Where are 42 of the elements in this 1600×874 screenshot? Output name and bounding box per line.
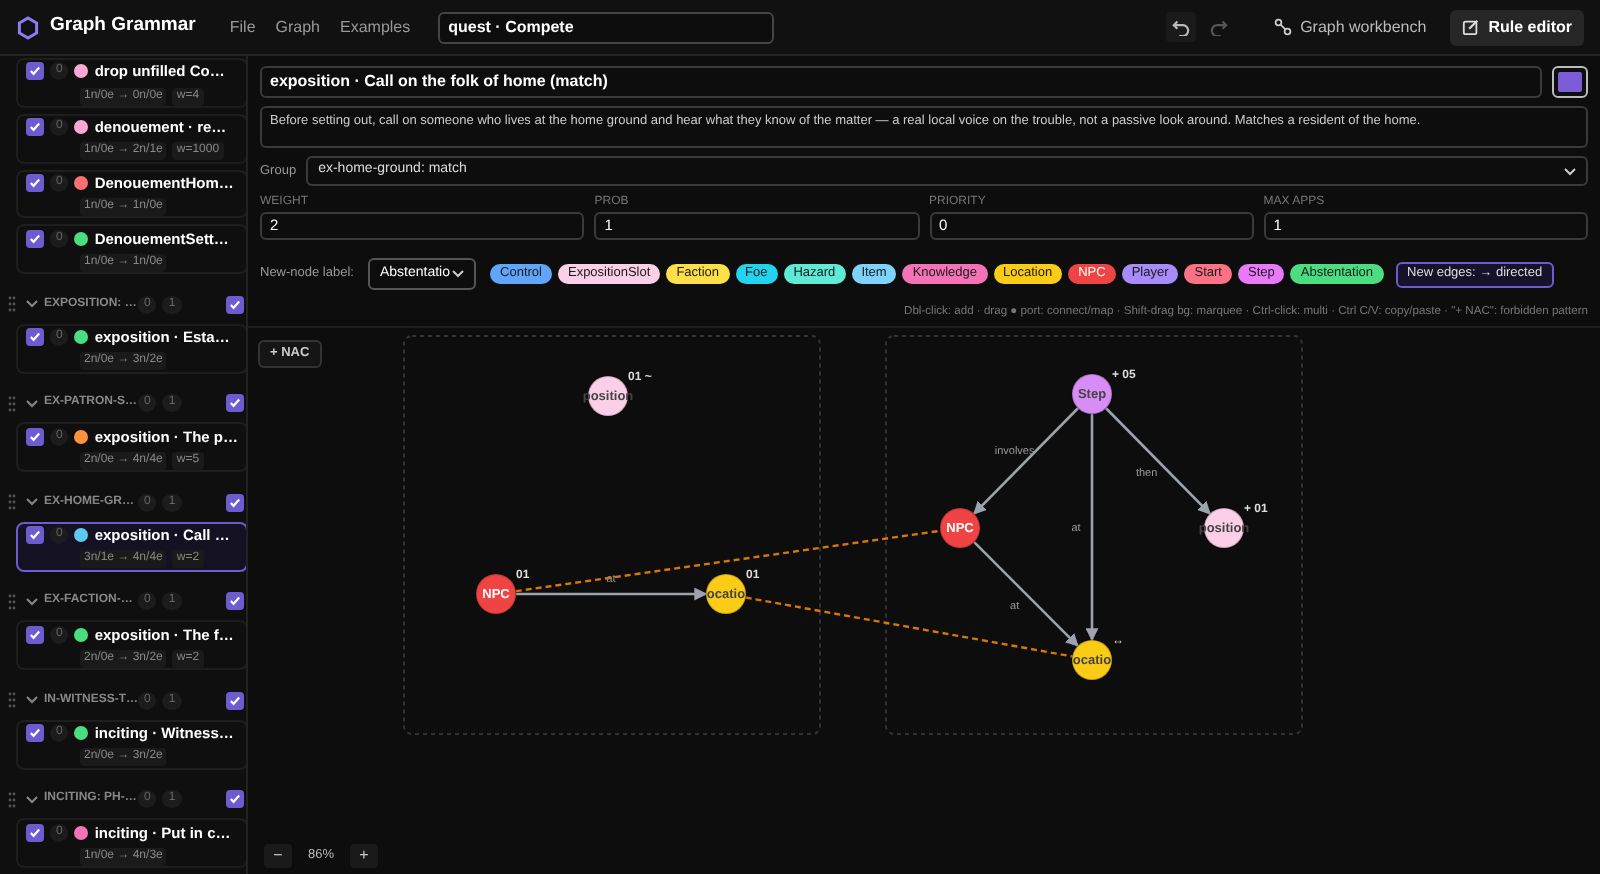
checkbox[interactable]: [26, 724, 44, 743]
zoom-in-button[interactable]: +: [350, 844, 379, 868]
checkbox[interactable]: [226, 394, 245, 413]
checkbox[interactable]: [226, 295, 245, 314]
chevron-down-icon[interactable]: [26, 399, 38, 408]
checkbox[interactable]: [26, 118, 44, 137]
checkbox[interactable]: [226, 592, 245, 611]
chevron-down-icon: [1564, 167, 1576, 175]
checkbox[interactable]: [26, 62, 44, 81]
checkbox[interactable]: [226, 691, 245, 710]
checkbox[interactable]: [26, 823, 44, 842]
checkbox[interactable]: [26, 427, 44, 446]
chevron-down-icon[interactable]: [26, 597, 38, 606]
checkbox[interactable]: [26, 526, 44, 545]
checkbox[interactable]: [26, 173, 44, 192]
chevron-down-icon[interactable]: [26, 300, 38, 309]
edge-arrow: [973, 406, 1079, 515]
chevron-down-icon[interactable]: [26, 696, 38, 705]
checkbox[interactable]: [26, 229, 44, 248]
link-icon: [1274, 18, 1293, 36]
color-swatch[interactable]: [1552, 66, 1588, 98]
chevron-down-icon[interactable]: [26, 795, 38, 804]
menu-item[interactable]: Graph: [275, 15, 320, 39]
rule-editor-button[interactable]: Rule editor: [1450, 9, 1584, 45]
grammar-name-field[interactable]: quest · Compete: [438, 11, 775, 43]
edit-icon: [1462, 18, 1481, 36]
menu-item[interactable]: File: [229, 15, 256, 39]
edge-arrow: [1105, 406, 1211, 515]
hexagon-logo-icon: [16, 15, 40, 39]
checkbox[interactable]: [26, 328, 44, 347]
menu-item[interactable]: Examples: [340, 15, 411, 39]
undo-icon[interactable]: [1166, 12, 1197, 42]
chevron-down-icon: [452, 270, 465, 278]
rule-title-field[interactable]: exposition · Call on the folk of home (match): [260, 66, 1542, 98]
workbench-button[interactable]: Graph workbench: [1262, 9, 1439, 45]
checkbox[interactable]: [226, 493, 245, 512]
app-title: Graph Grammar: [50, 12, 196, 41]
checkbox[interactable]: [226, 790, 245, 809]
zoom-out-button[interactable]: −: [264, 844, 292, 868]
edge-arrow: [973, 540, 1079, 647]
chevron-down-icon[interactable]: [26, 498, 38, 507]
checkbox[interactable]: [26, 625, 44, 644]
